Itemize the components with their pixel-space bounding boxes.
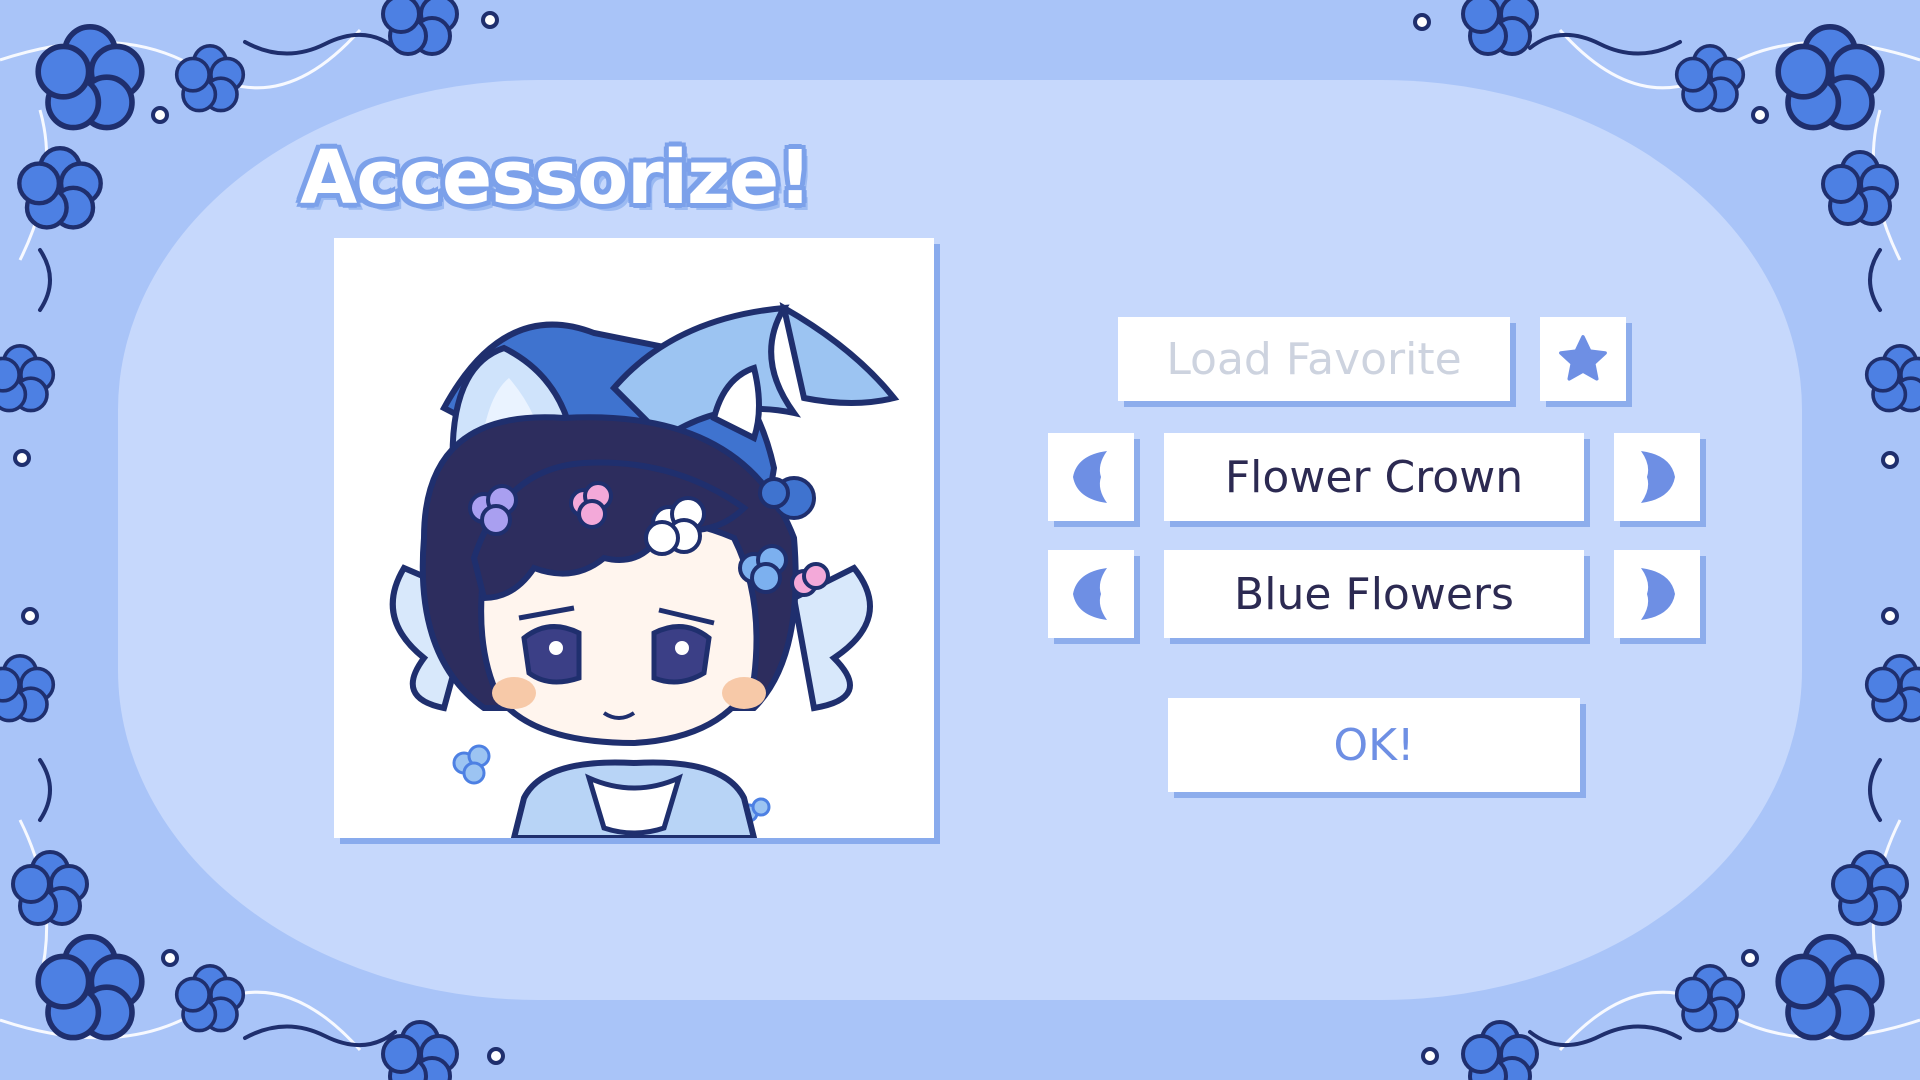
ok-button-label: OK! (1333, 719, 1415, 771)
arrow-right-icon (1641, 451, 1675, 503)
character-portrait (389, 302, 900, 838)
accessory-type-value: Flower Crown (1224, 451, 1524, 503)
accessory-type-field: Flower Crown (1164, 433, 1584, 521)
page-title: Accessorize! (300, 135, 812, 221)
accessorize-screen: Accessorize! Load Favorite Flower Crown … (0, 0, 1920, 1080)
arrow-right-icon (1641, 568, 1675, 620)
star-icon (1559, 335, 1607, 381)
load-favorite-label: Load Favorite (1166, 333, 1462, 385)
arrow-left-icon (1073, 568, 1107, 620)
accessory-style-value: Blue Flowers (1234, 568, 1514, 620)
accessory-style-prev-button[interactable] (1048, 550, 1134, 638)
character-preview (334, 238, 934, 838)
accessory-style-field: Blue Flowers (1164, 550, 1584, 638)
ok-button[interactable]: OK! (1168, 698, 1580, 792)
load-favorite-button[interactable]: Load Favorite (1118, 317, 1510, 401)
arrow-left-icon (1073, 451, 1107, 503)
accessory-type-prev-button[interactable] (1048, 433, 1134, 521)
favorite-star-button[interactable] (1540, 317, 1626, 401)
accessory-type-next-button[interactable] (1614, 433, 1700, 521)
accessory-style-next-button[interactable] (1614, 550, 1700, 638)
